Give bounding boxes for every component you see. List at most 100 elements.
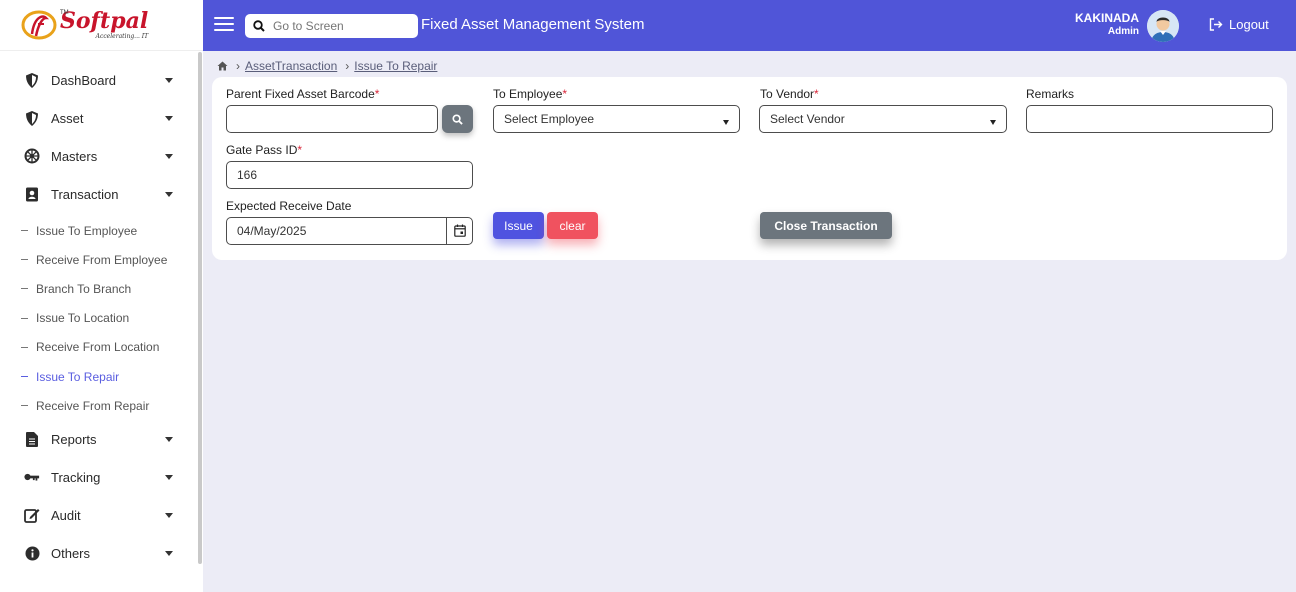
home-icon[interactable] [217,61,228,71]
info-icon [24,545,40,561]
barcode-label: Parent Fixed Asset Barcode* [226,87,380,101]
logout-icon [1209,18,1223,31]
issue-button[interactable]: Issue [493,212,544,239]
submenu-item-receive-from-repair[interactable]: Receive From Repair [0,391,196,420]
submenu-item-issue-to-employee[interactable]: Issue To Employee [0,216,196,245]
to-vendor-select[interactable]: Select Vendor [759,105,1007,133]
sidebar-item-label: Transaction [51,186,119,202]
dash-icon [21,230,28,232]
sidebar-item-audit[interactable]: Audit [0,496,196,534]
sidebar-item-masters[interactable]: Masters [0,137,196,175]
sidebar-item-label: Asset [51,110,84,126]
brand-tagline: Accelerating... IT [95,33,149,40]
avatar[interactable] [1147,10,1179,42]
user-name: KAKINADA [1075,11,1139,25]
sidebar-item-transaction[interactable]: Transaction [0,175,196,213]
key-icon [24,469,40,485]
submenu-item-label: Issue To Location [36,311,130,326]
sidebar-item-label: Others [51,545,91,561]
gate-pass-input[interactable]: 166 [226,161,473,189]
hamburger-menu-icon[interactable] [214,17,234,32]
dropdown-arrow-icon [990,120,996,125]
chevron-down-icon [165,513,173,519]
submenu-item-receive-from-location[interactable]: Receive From Location [0,333,196,362]
submenu-item-label: Branch To Branch [36,281,132,296]
user-info: KAKINADA Admin [1075,11,1139,38]
expected-receive-date-field[interactable]: 04/May/2025 [226,217,473,245]
user-role: Admin [1107,26,1139,37]
softpal-logo-icon: TM [20,8,69,42]
expected-receive-date-label: Expected Receive Date [226,199,352,213]
logout-label: Logout [1229,17,1269,32]
sidebar-menu: DashBoard Asset Masters Transaction Issu… [0,61,196,572]
remarks-input[interactable] [1026,105,1273,133]
chevron-down-icon [165,154,173,159]
barcode-search-button[interactable] [442,105,473,133]
dash-icon [21,405,28,407]
calendar-icon[interactable] [454,224,466,237]
contact-card-icon [24,186,40,202]
breadcrumb-separator-icon: › [345,59,350,73]
document-icon [24,431,40,447]
chevron-down-icon [165,192,173,197]
sidebar-item-label: Masters [51,148,98,164]
sidebar-item-others[interactable]: Others [0,534,196,572]
clear-button[interactable]: clear [547,212,598,239]
wheel-icon [24,148,40,164]
brand-name: Softpal [60,8,149,34]
sidebar-item-asset[interactable]: Asset [0,99,196,137]
submenu-item-label: Issue To Employee [36,223,138,238]
to-vendor-label: To Vendor* [760,87,819,101]
sidebar-item-label: Tracking [51,469,101,485]
to-employee-label: To Employee* [493,87,568,101]
breadcrumb: › AssetTransaction › Issue To Repair [217,59,437,73]
dash-icon [21,259,28,261]
date-value: 04/May/2025 [237,224,307,238]
transaction-submenu: Issue To Employee Receive From Employee … [0,213,196,420]
chevron-down-icon [165,551,173,557]
chevron-down-icon [165,437,173,443]
breadcrumb-issue-to-repair[interactable]: Issue To Repair [354,59,437,73]
brand-logo[interactable]: TM Softpal Accelerating... IT [0,0,203,51]
breadcrumb-asset-transaction[interactable]: AssetTransaction [245,59,337,73]
sidebar-item-label: DashBoard [51,72,117,88]
close-transaction-button[interactable]: Close Transaction [760,212,892,239]
dash-icon [21,346,28,348]
top-header: Fixed Asset Management System KAKINADA A… [203,0,1296,51]
submenu-item-branch-to-branch[interactable]: Branch To Branch [0,274,196,303]
submenu-item-label: Issue To Repair [36,369,120,384]
dropdown-arrow-icon [723,120,729,125]
search-input[interactable] [273,19,403,33]
submenu-item-issue-to-location[interactable]: Issue To Location [0,304,196,333]
search-icon [253,20,265,32]
barcode-input[interactable] [226,105,438,133]
logout-button[interactable]: Logout [1209,17,1269,32]
sidebar-item-reports[interactable]: Reports [0,420,196,458]
sidebar-scrollbar[interactable] [198,52,202,564]
submenu-item-label: Receive From Employee [36,252,168,267]
trademark-mark: TM [60,10,69,16]
to-employee-select[interactable]: Select Employee [493,105,740,133]
dash-icon [21,317,28,319]
search-icon [452,113,463,125]
remarks-label: Remarks [1026,87,1075,101]
app-title: Fixed Asset Management System [421,16,645,33]
shield-icon [24,110,40,126]
submenu-item-label: Receive From Location [36,340,160,355]
sidebar-item-tracking[interactable]: Tracking [0,458,196,496]
to-employee-value: Select Employee [504,112,595,126]
chevron-down-icon [165,475,173,481]
sidebar-item-dashboard[interactable]: DashBoard [0,61,196,99]
submenu-item-issue-to-repair[interactable]: Issue To Repair [0,362,196,391]
go-to-screen-search[interactable] [245,14,418,38]
breadcrumb-separator-icon: › [236,59,240,73]
sidebar: TM Softpal Accelerating... IT DashBoard … [0,0,203,592]
chevron-down-icon [165,78,173,83]
gate-pass-label: Gate Pass ID* [226,143,303,157]
submenu-item-receive-from-employee[interactable]: Receive From Employee [0,245,196,274]
to-vendor-value: Select Vendor [770,112,845,126]
dash-icon [21,288,28,290]
issue-to-repair-form: Parent Fixed Asset Barcode* To Employee*… [212,77,1287,260]
shield-icon [24,72,40,88]
sidebar-item-label: Audit [51,507,81,523]
